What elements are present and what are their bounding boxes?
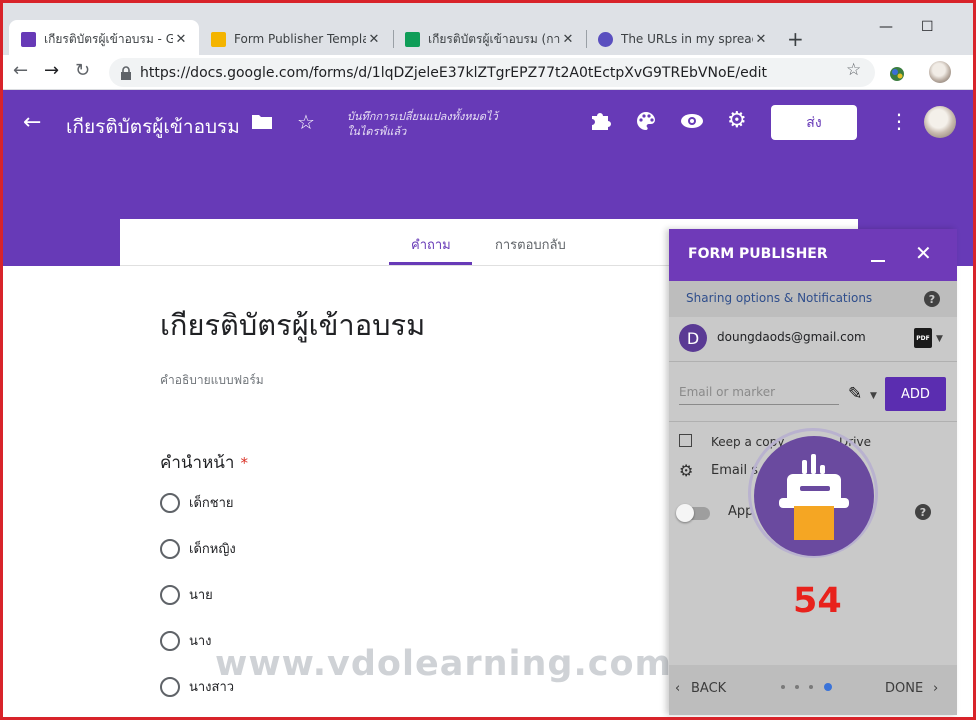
loading-counter: 54 — [793, 581, 842, 621]
form-publisher-panel: FORM PUBLISHER ✕ Sharing options & Notif… — [669, 229, 957, 715]
maximize-window-icon[interactable]: ☐ — [921, 19, 934, 35]
help-icon[interactable]: ? — [924, 291, 940, 307]
close-tab-icon[interactable]: ✕ — [366, 32, 382, 47]
pdf-format-icon[interactable]: PDF — [914, 328, 932, 348]
back-arrow-icon[interactable]: ← — [13, 60, 28, 81]
form-description[interactable]: คำอธิบายแบบฟอร์ม — [160, 371, 264, 390]
forward-arrow-icon[interactable]: → — [44, 60, 59, 81]
help-icon[interactable]: ? — [915, 504, 931, 520]
close-panel-icon[interactable]: ✕ — [915, 241, 932, 265]
radio-button[interactable] — [160, 630, 180, 651]
browser-tab-strip: เกียรติบัตรผู้เข้าอบรม - Goog ✕ Form Pub… — [3, 3, 973, 58]
settings-gear-icon[interactable]: ⚙ — [679, 461, 693, 480]
panel-title: FORM PUBLISHER — [688, 246, 828, 262]
minimize-panel-icon[interactable] — [871, 260, 885, 262]
form-title[interactable]: เกียรติบัตรผู้เข้าอบรม — [160, 302, 425, 348]
lock-icon — [121, 65, 131, 80]
browser-tab-urls[interactable]: The URLs in my spreadsh ✕ — [586, 20, 779, 58]
panel-footer: ‹ BACK DONE › — [669, 665, 957, 715]
radio-option[interactable]: นาย — [160, 584, 213, 605]
back-arrow-icon[interactable]: ← — [23, 110, 41, 135]
option-label: เด็กชาย — [189, 496, 234, 511]
account-email: doungdaods@gmail.com — [717, 330, 866, 344]
reload-icon[interactable]: ↻ — [75, 60, 90, 81]
send-button[interactable]: ส่ง — [771, 105, 857, 140]
google-sheets-icon — [405, 31, 420, 47]
browser-tab-title: เกียรติบัตรผู้เข้าอบรม - Goog — [44, 31, 173, 46]
palette-icon[interactable] — [635, 110, 657, 132]
browser-tab-title: Form Publisher Template — [234, 32, 366, 46]
toggle-knob[interactable] — [676, 504, 694, 522]
bookmark-star-icon[interactable]: ☆ — [846, 60, 861, 80]
account-initial-avatar: D — [679, 324, 707, 352]
watermark-text: www.vdolearning.com — [215, 644, 673, 684]
step-dot — [781, 685, 785, 689]
google-forms-icon — [21, 31, 36, 47]
radio-option[interactable]: เด็กหญิง — [160, 538, 236, 559]
printer-logo-icon — [779, 454, 849, 540]
forward-chevron-icon[interactable]: › — [933, 681, 938, 696]
back-chevron-icon[interactable]: ‹ — [675, 681, 680, 696]
option-label: นาย — [189, 588, 213, 603]
addons-puzzle-icon[interactable] — [589, 110, 611, 132]
profile-avatar[interactable] — [929, 61, 951, 83]
email-marker-input[interactable]: Email or marker — [679, 385, 775, 399]
tab-responses[interactable]: การตอบกลับ — [495, 234, 566, 255]
browser-tab-spreadsheet[interactable]: เกียรติบัตรผู้เข้าอบรม (การตอ ✕ — [393, 20, 586, 58]
question-text: คำนำหน้า — [160, 453, 235, 473]
address-bar[interactable]: https://docs.google.com/forms/d/1lqDZjel… — [109, 58, 875, 87]
radio-button[interactable] — [160, 584, 180, 605]
radio-button[interactable] — [160, 492, 180, 513]
more-vert-icon[interactable]: ⋮ — [889, 109, 909, 133]
tab-questions[interactable]: คำถาม — [411, 234, 451, 255]
extension-globe-icon[interactable] — [887, 63, 907, 83]
question-title: คำนำหน้า * — [160, 449, 248, 476]
star-icon[interactable]: ☆ — [297, 110, 315, 134]
account-avatar[interactable] — [924, 106, 956, 138]
printer-icon — [598, 31, 613, 47]
form-publisher-logo — [754, 436, 874, 556]
close-tab-icon[interactable]: ✕ — [173, 32, 189, 47]
radio-button[interactable] — [160, 538, 180, 559]
folder-icon[interactable] — [251, 112, 273, 130]
divider — [669, 361, 957, 362]
preview-eye-icon[interactable] — [680, 112, 704, 130]
sharing-options-label: Sharing options & Notifications — [686, 291, 873, 305]
browser-tab-title: The URLs in my spreadsh — [621, 32, 753, 46]
dropdown-caret-icon[interactable]: ▼ — [936, 334, 943, 344]
done-button[interactable]: DONE — [885, 681, 923, 696]
new-tab-button[interactable]: + — [787, 20, 811, 58]
google-slides-icon — [211, 31, 226, 47]
option-label: นาง — [189, 634, 212, 649]
browser-tab-forms[interactable]: เกียรติบัตรผู้เข้าอบรม - Goog ✕ — [9, 20, 199, 58]
close-tab-icon[interactable]: ✕ — [753, 32, 769, 47]
browser-tab-title: เกียรติบัตรผู้เข้าอบรม (การตอ — [428, 31, 560, 46]
browser-tab-template[interactable]: Form Publisher Template ✕ — [199, 20, 392, 58]
radio-button[interactable] — [160, 676, 180, 697]
panel-header: FORM PUBLISHER ✕ — [669, 229, 957, 281]
url-text: https://docs.google.com/forms/d/1lqDZjel… — [140, 64, 767, 81]
step-dot-active — [824, 683, 832, 691]
dropdown-caret-icon[interactable]: ▼ — [870, 391, 877, 401]
settings-gear-icon[interactable]: ⚙ — [727, 108, 747, 133]
option-label: เด็กหญิง — [189, 542, 236, 557]
browser-toolbar: ← → ↻ https://docs.google.com/forms/d/1l… — [3, 55, 973, 90]
minimize-window-icon[interactable]: — — [879, 19, 893, 35]
radio-option[interactable]: เด็กชาย — [160, 492, 234, 513]
close-tab-icon[interactable]: ✕ — [560, 32, 576, 47]
step-dot — [795, 685, 799, 689]
divider — [669, 421, 957, 422]
input-underline — [679, 404, 839, 405]
add-button[interactable]: ADD — [885, 377, 946, 411]
keep-copy-checkbox[interactable] — [679, 434, 692, 447]
back-button[interactable]: BACK — [691, 681, 726, 696]
required-asterisk: * — [240, 454, 248, 472]
save-status: บันทึกการเปลี่ยนแปลงทั้งหมดไว้ ในไดรฟ์แล… — [347, 110, 498, 138]
pencil-icon[interactable]: ✎ — [848, 384, 862, 404]
radio-option[interactable]: นาง — [160, 630, 212, 651]
step-dot — [809, 685, 813, 689]
form-name[interactable]: เกียรติบัตรผู้เข้าอบรม — [66, 112, 240, 142]
panel-subheader: Sharing options & Notifications ? — [669, 281, 957, 317]
